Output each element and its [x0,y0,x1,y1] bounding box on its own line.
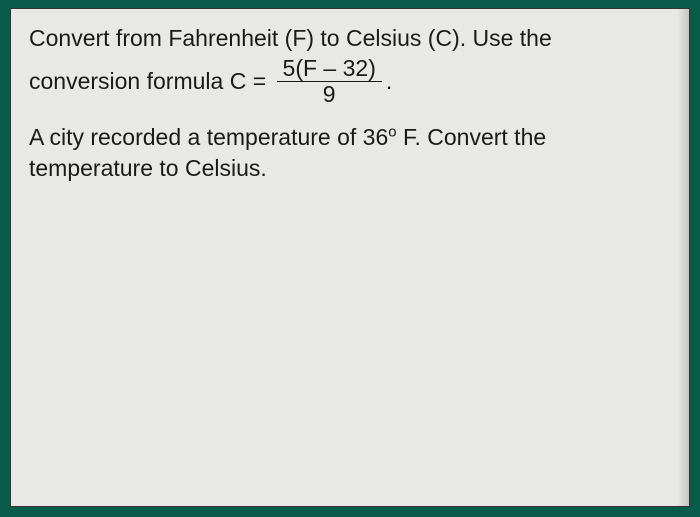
formula-lead-text: conversion formula C = [29,66,273,97]
num-part-a: 5(F [283,55,324,81]
formula-trail: . [386,66,392,97]
num-part-b: 32) [336,55,376,81]
intro-text: Convert from Fahrenheit (F) to Celsius (… [29,23,671,54]
question-part-a: A city recorded a temperature of 36 [29,124,388,150]
fraction-denominator: 9 [317,82,342,107]
minus-sign: – [323,55,336,81]
formula-row: conversion formula C = 5(F – 32) 9 . [29,56,671,108]
degree-symbol: o [388,123,396,140]
question-text: A city recorded a temperature of 36o F. … [29,122,671,184]
formula-fraction: 5(F – 32) 9 [277,56,382,108]
fraction-numerator: 5(F – 32) [277,56,382,81]
problem-card: Convert from Fahrenheit (F) to Celsius (… [10,8,690,507]
